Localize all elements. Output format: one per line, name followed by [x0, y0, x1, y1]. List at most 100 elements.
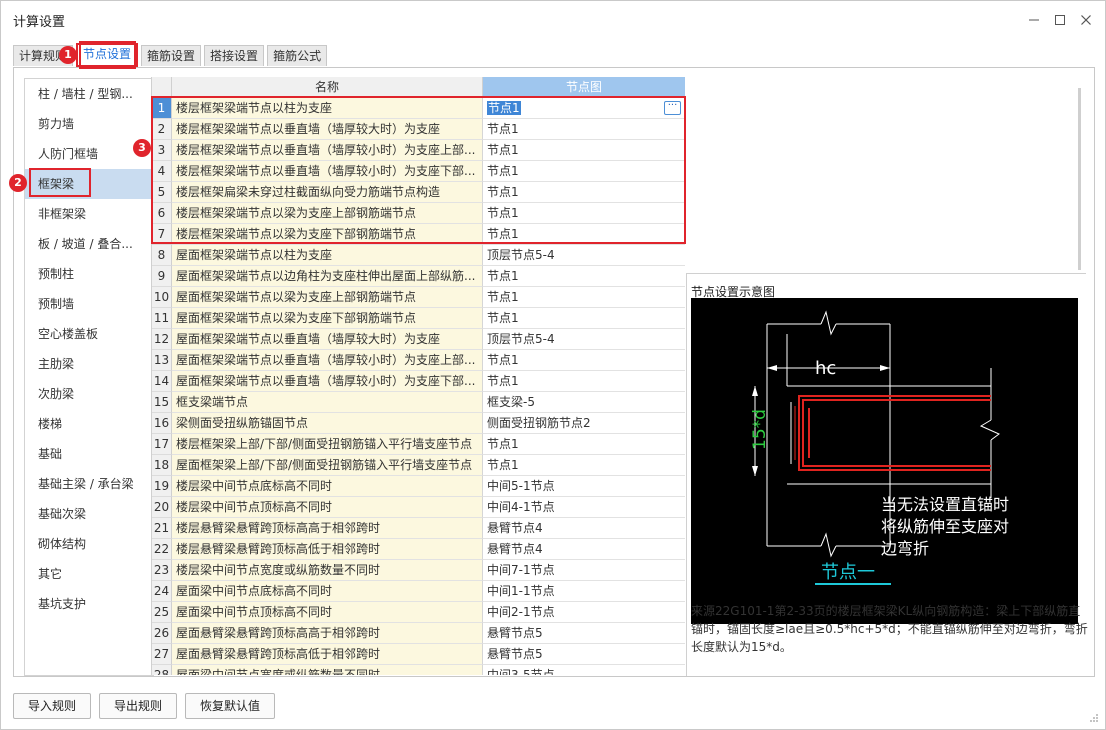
tab-node-settings[interactable]: 节点设置: [76, 43, 139, 67]
tab-stirrup-formula[interactable]: 箍筋公式: [267, 45, 328, 66]
row-number[interactable]: 21: [152, 518, 172, 539]
table-row[interactable]: 11 屋面框架梁端节点以梁为支座下部钢筋端节点 节点1: [152, 308, 697, 329]
row-number[interactable]: 18: [152, 455, 172, 476]
table-row[interactable]: 27 屋面悬臂梁悬臂跨顶标高低于相邻跨时 悬臂节点5: [152, 644, 697, 665]
table-row[interactable]: 23 楼层梁中间节点宽度或纵筋数量不同时 中间7-1节点: [152, 560, 697, 581]
row-number[interactable]: 23: [152, 560, 172, 581]
row-node-cell[interactable]: 节点1: [483, 161, 685, 182]
table-row[interactable]: 8 屋面框架梁端节点以柱为支座 顶层节点5-4: [152, 245, 697, 266]
table-row[interactable]: 1 楼层框架梁端节点以柱为支座 节点1 ···: [152, 98, 697, 119]
row-number[interactable]: 26: [152, 623, 172, 644]
row-node-cell[interactable]: 框支梁-5: [483, 392, 685, 413]
sidebar-item-hollow-slab[interactable]: 空心楼盖板: [25, 319, 153, 349]
table-row[interactable]: 24 屋面梁中间节点底标高不同时 中间1-1节点: [152, 581, 697, 602]
row-node-cell[interactable]: 顶层节点5-4: [483, 245, 685, 266]
row-number[interactable]: 2: [152, 119, 172, 140]
sidebar-item-other[interactable]: 其它: [25, 559, 153, 589]
row-number[interactable]: 28: [152, 665, 172, 675]
table-row[interactable]: 25 屋面梁中间节点顶标高不同时 中间2-1节点: [152, 602, 697, 623]
row-number[interactable]: 11: [152, 308, 172, 329]
sidebar-item-secondary-rib-beam[interactable]: 次肋梁: [25, 379, 153, 409]
table-row[interactable]: 9 屋面框架梁端节点以边角柱为支座柱伸出屋面上部纵筋... 节点1: [152, 266, 697, 287]
table-row[interactable]: 10 屋面框架梁端节点以梁为支座上部钢筋端节点 节点1: [152, 287, 697, 308]
sidebar-item-main-rib-beam[interactable]: 主肋梁: [25, 349, 153, 379]
resize-grip-icon[interactable]: [1089, 713, 1099, 723]
row-node-cell[interactable]: 顶层节点5-4: [483, 329, 685, 350]
row-node-cell[interactable]: 中间1-1节点: [483, 581, 685, 602]
sidebar-item-foundation-secondary-beam[interactable]: 基础次梁: [25, 499, 153, 529]
row-node-cell[interactable]: 节点1: [483, 371, 685, 392]
table-row[interactable]: 21 楼层悬臂梁悬臂跨顶标高高于相邻跨时 悬臂节点4: [152, 518, 697, 539]
row-node-cell[interactable]: 节点1: [483, 287, 685, 308]
row-node-cell[interactable]: 悬臂节点5: [483, 623, 685, 644]
maximize-icon[interactable]: [1049, 9, 1071, 31]
tab-lap-settings[interactable]: 搭接设置: [204, 45, 265, 66]
row-node-cell[interactable]: 中间3-5节点: [483, 665, 685, 675]
close-icon[interactable]: [1075, 9, 1097, 31]
row-number[interactable]: 6: [152, 203, 172, 224]
row-node-cell[interactable]: 节点1 ···: [483, 98, 685, 119]
sidebar-item-column[interactable]: 柱 / 墙柱 / 型钢...: [25, 79, 153, 109]
table-row[interactable]: 28 屋面梁中间节点宽度或纵筋数量不同时 中间3-5节点: [152, 665, 697, 675]
row-node-cell[interactable]: 节点1: [483, 119, 685, 140]
table-row[interactable]: 7 楼层框架梁端节点以梁为支座下部钢筋端节点 节点1: [152, 224, 697, 245]
row-node-cell[interactable]: 节点1: [483, 140, 685, 161]
row-number[interactable]: 19: [152, 476, 172, 497]
row-number[interactable]: 12: [152, 329, 172, 350]
sidebar-item-precast-column[interactable]: 预制柱: [25, 259, 153, 289]
table-row[interactable]: 16 梁侧面受扭纵筋锚固节点 侧面受扭钢筋节点2: [152, 413, 697, 434]
row-number[interactable]: 10: [152, 287, 172, 308]
sidebar-item-precast-wall[interactable]: 预制墙: [25, 289, 153, 319]
row-number[interactable]: 17: [152, 434, 172, 455]
row-number[interactable]: 3: [152, 140, 172, 161]
sidebar-item-non-frame-beam[interactable]: 非框架梁: [25, 199, 153, 229]
row-number[interactable]: 27: [152, 644, 172, 665]
row-number[interactable]: 7: [152, 224, 172, 245]
row-number[interactable]: 1: [152, 98, 172, 119]
row-number[interactable]: 20: [152, 497, 172, 518]
table-row[interactable]: 13 屋面框架梁端节点以垂直墙（墙厚较小时）为支座上部... 节点1: [152, 350, 697, 371]
row-number[interactable]: 22: [152, 539, 172, 560]
row-number[interactable]: 25: [152, 602, 172, 623]
row-node-cell[interactable]: 悬臂节点4: [483, 539, 685, 560]
grid-header-node[interactable]: 节点图: [483, 77, 685, 98]
grid-scrollbar-thumb[interactable]: [1078, 88, 1081, 270]
export-rules-button[interactable]: 导出规则: [99, 693, 178, 719]
table-row[interactable]: 15 框支梁端节点 框支梁-5: [152, 392, 697, 413]
table-row[interactable]: 19 楼层梁中间节点底标高不同时 中间5-1节点: [152, 476, 697, 497]
row-number[interactable]: 8: [152, 245, 172, 266]
row-node-cell[interactable]: 中间7-1节点: [483, 560, 685, 581]
row-number[interactable]: 13: [152, 350, 172, 371]
row-node-cell[interactable]: 节点1: [483, 350, 685, 371]
row-number[interactable]: 15: [152, 392, 172, 413]
import-rules-button[interactable]: 导入规则: [13, 693, 92, 719]
row-number[interactable]: 9: [152, 266, 172, 287]
row-node-cell[interactable]: 节点1: [483, 203, 685, 224]
table-row[interactable]: 3 楼层框架梁端节点以垂直墙（墙厚较小时）为支座上部... 节点1: [152, 140, 697, 161]
table-row[interactable]: 26 屋面悬臂梁悬臂跨顶标高高于相邻跨时 悬臂节点5: [152, 623, 697, 644]
sidebar-item-masonry[interactable]: 砌体结构: [25, 529, 153, 559]
table-row[interactable]: 20 楼层梁中间节点顶标高不同时 中间4-1节点: [152, 497, 697, 518]
row-node-cell[interactable]: 节点1: [483, 266, 685, 287]
table-row[interactable]: 18 屋面框架梁上部/下部/侧面受扭钢筋锚入平行墙支座节点 节点1: [152, 455, 697, 476]
row-node-cell[interactable]: 节点1: [483, 182, 685, 203]
sidebar-item-foundation-main-beam[interactable]: 基础主梁 / 承台梁: [25, 469, 153, 499]
sidebar-item-frame-beam[interactable]: 框架梁: [25, 169, 153, 199]
row-node-cell[interactable]: 悬臂节点5: [483, 644, 685, 665]
row-node-cell[interactable]: 节点1: [483, 224, 685, 245]
table-row[interactable]: 6 楼层框架梁端节点以梁为支座上部钢筋端节点 节点1: [152, 203, 697, 224]
row-node-cell[interactable]: 中间5-1节点: [483, 476, 685, 497]
sidebar-item-pit-support[interactable]: 基坑支护: [25, 589, 153, 619]
restore-defaults-button[interactable]: 恢复默认值: [185, 693, 276, 719]
grid-scrollbar[interactable]: [1078, 88, 1084, 270]
row-node-cell[interactable]: 侧面受扭钢筋节点2: [483, 413, 685, 434]
row-node-cell[interactable]: 中间4-1节点: [483, 497, 685, 518]
table-row[interactable]: 12 屋面框架梁端节点以垂直墙（墙厚较大时）为支座 顶层节点5-4: [152, 329, 697, 350]
row-node-cell[interactable]: 节点1: [483, 434, 685, 455]
sidebar-item-stairs[interactable]: 楼梯: [25, 409, 153, 439]
minimize-icon[interactable]: [1023, 9, 1045, 31]
row-number[interactable]: 24: [152, 581, 172, 602]
table-row[interactable]: 4 楼层框架梁端节点以垂直墙（墙厚较小时）为支座下部... 节点1: [152, 161, 697, 182]
row-node-cell[interactable]: 悬臂节点4: [483, 518, 685, 539]
table-row[interactable]: 2 楼层框架梁端节点以垂直墙（墙厚较大时）为支座 节点1: [152, 119, 697, 140]
